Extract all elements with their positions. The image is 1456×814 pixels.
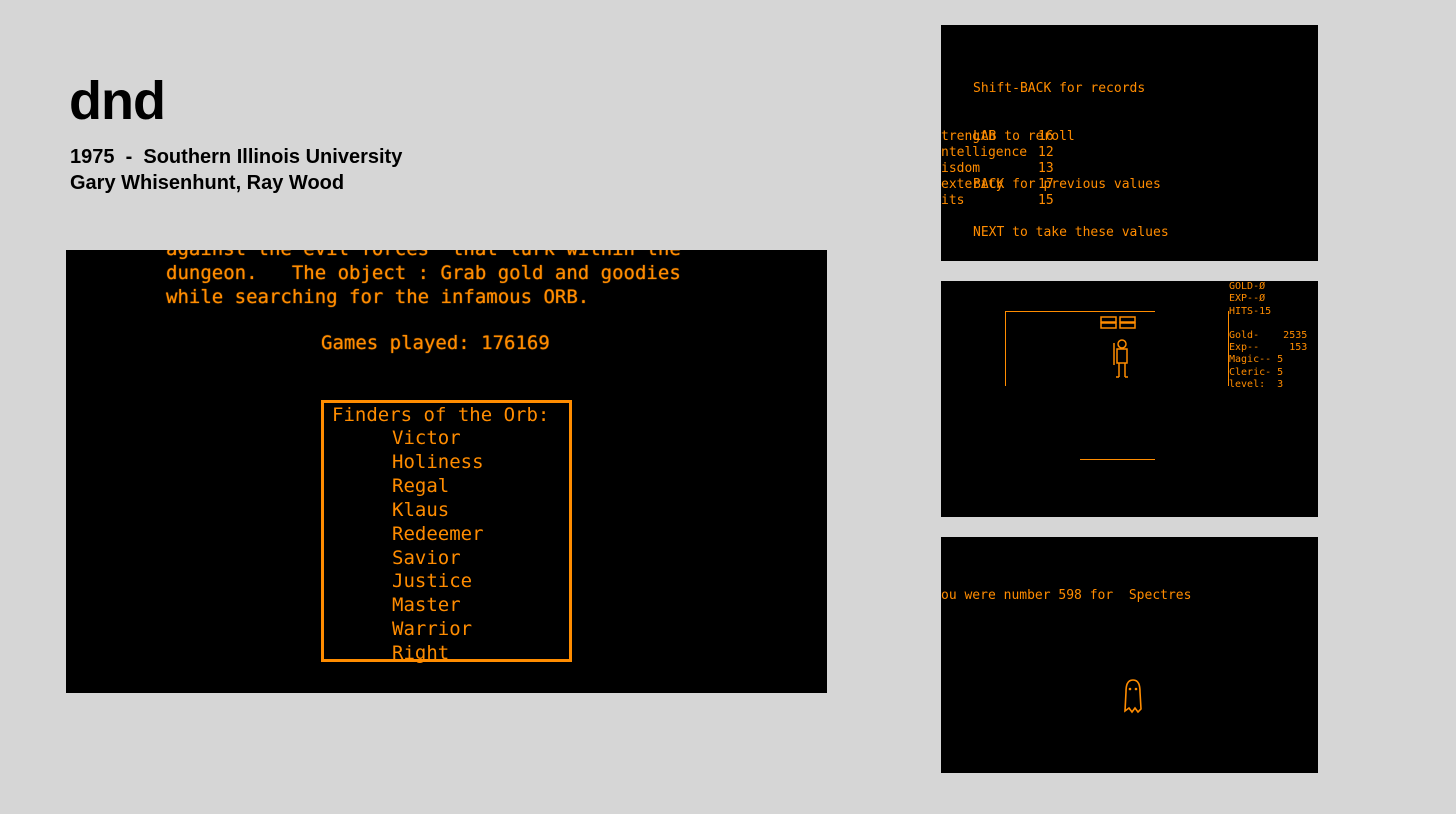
stat-cleric: Cleric- 5 xyxy=(1229,366,1284,378)
stat-name: trength xyxy=(941,129,996,144)
spectre-encounter-screen: ou were number 598 for Spectres xyxy=(941,537,1318,773)
finder-name: Victor xyxy=(392,427,461,449)
finder-name: Regal xyxy=(392,474,450,497)
stat-value: 16 xyxy=(1038,129,1054,144)
stat-name: its xyxy=(941,193,965,208)
stat-row: its 15 xyxy=(941,193,1054,209)
intro-line-1: against the evil forces that lurk within… xyxy=(166,250,681,261)
status-gold: GOLD-Ø xyxy=(1229,281,1266,292)
death-message: ou were number 598 for Spectres xyxy=(941,588,1192,603)
stat-row: exterity 17 xyxy=(941,177,1054,193)
dungeon-view-screen: GOLD-Ø EXP--Ø HITS-15 Gold- 2535 Exp-- 1… xyxy=(941,281,1318,517)
stat-level: level: 3 xyxy=(1229,379,1284,391)
status-exp: EXP--Ø xyxy=(1229,293,1266,305)
stat-name: ntelligence xyxy=(941,145,1028,160)
intro-line-3: while searching for the infamous ORB. xyxy=(166,286,590,308)
finders-list: Victor Holiness Regal Klaus Redeemer Sav… xyxy=(392,427,484,666)
stat-value: 17 xyxy=(1038,177,1054,192)
page-title: dnd xyxy=(69,71,166,131)
adventurer-icon xyxy=(1113,339,1128,378)
status-hits: HITS-15 xyxy=(1229,305,1272,317)
finders-of-orb-box: Finders of the Orb: Victor Holiness Rega… xyxy=(321,400,572,664)
instruction-line: Shift-BACK for records xyxy=(973,81,1146,96)
stat-name: exterity xyxy=(941,177,1004,192)
stat-row: trength 16 xyxy=(941,129,1054,145)
finder-name: Klaus xyxy=(392,498,450,521)
stat-value: 12 xyxy=(1038,145,1054,160)
stat-value: 15 xyxy=(1038,193,1054,208)
finder-name: Holiness xyxy=(392,450,484,473)
finder-name: Warrior xyxy=(392,618,473,641)
finders-title: Finders of the Orb: xyxy=(332,404,550,426)
dungeon-wall xyxy=(1005,311,1006,386)
stat-exp: Exp-- 153 xyxy=(1229,342,1308,354)
stat-value: 13 xyxy=(1038,161,1054,176)
stat-magic: Magic-- 5 xyxy=(1229,354,1284,366)
treasure-icon xyxy=(1100,316,1136,329)
stat-row: ntelligence 12 xyxy=(941,145,1054,161)
dungeon-wall xyxy=(1080,459,1155,460)
finder-name: Savior xyxy=(392,546,461,569)
character-stats: trength 16 ntelligence 12 isdom 13 exterity… xyxy=(941,129,1054,209)
player-status: GOLD-Ø EXP--Ø HITS-15 Gold- 2535 Exp-- 1… xyxy=(1229,281,1307,391)
intro-line-2: dungeon. The object : Grab gold and good… xyxy=(166,262,681,284)
instruction-line: NEXT to take these values xyxy=(973,225,1169,240)
authors: Gary Whisenhunt, Ray Wood xyxy=(70,172,345,194)
year-institution: 1975 - Southern Illinois University xyxy=(70,146,403,168)
finder-name: Master xyxy=(392,594,461,617)
dungeon-wall xyxy=(1005,311,1155,312)
games-played: Games played: 176169 xyxy=(321,332,550,354)
stat-name: isdom xyxy=(941,161,981,176)
stat-gold: Gold- 2535 xyxy=(1229,329,1308,341)
spectre-icon xyxy=(1124,679,1142,714)
game-credits: 1975 - Southern Illinois University Gary… xyxy=(70,144,402,196)
stat-row: isdom 13 xyxy=(941,161,1054,177)
finder-name: Justice xyxy=(392,570,473,593)
character-stats-screen: Shift-BACK for records LAB to reroll BAC… xyxy=(941,25,1318,261)
main-game-screen: against the evil forces that lurk within… xyxy=(66,250,827,693)
finder-name: Right xyxy=(392,642,450,665)
finder-name: Redeemer xyxy=(392,522,484,545)
